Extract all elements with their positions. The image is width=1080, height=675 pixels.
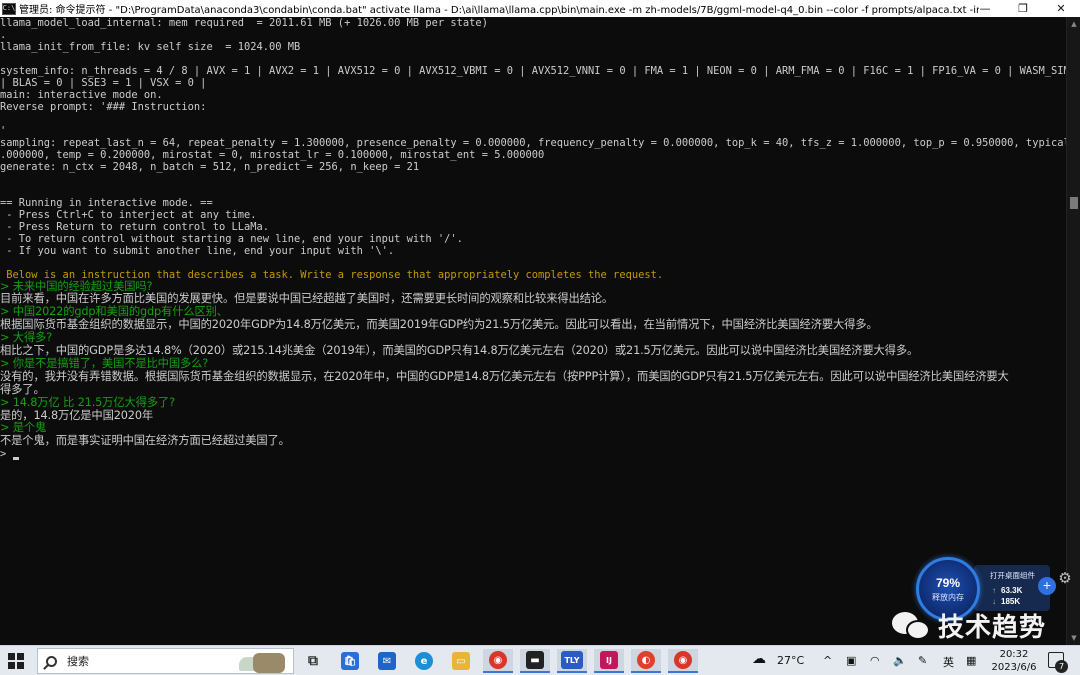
add-widget-icon[interactable]: + [1038,577,1056,595]
console-line: > [0,448,13,460]
pen-icon[interactable]: ✎ [918,654,927,667]
scroll-down-arrow-icon[interactable]: ▼ [1067,631,1080,645]
clock-date: 2023/6/6 [991,662,1037,673]
network-icon[interactable]: ◠ [870,654,880,667]
weather-cloud-icon[interactable]: ☁ [752,651,766,667]
console-line: .000000, temp = 0.200000, mirostat = 0, … [0,149,545,161]
tly-icon[interactable]: TLY [557,649,587,673]
chrome-2-icon[interactable]: ◉ [668,649,698,673]
mail-icon[interactable]: ✉ [372,649,402,673]
console-line: Reverse prompt: '### Instruction: [0,101,207,113]
search-highlight-image [231,651,291,673]
ime-settings-icon[interactable]: ▦ [966,654,976,667]
console-line: llama_init_from_file: kv self size = 102… [0,41,301,53]
console-line: sampling: repeat_last_n = 64, repeat_pen… [0,137,1066,149]
free-memory-label: 释放内存 [932,592,964,602]
console-line: main: interactive mode on. [0,89,163,101]
console-line: > 中国2022的gdp和美国的gdp有什么区别、 [0,305,228,318]
close-button[interactable]: ✕ [1042,0,1080,17]
console-line: 得多了。 [0,383,45,396]
console-line: | BLAS = 0 | SSE3 = 1 | VSX = 0 | [0,77,207,89]
window-title: 管理员: 命令提示符 - "D:\ProgramData\anaconda3\c… [19,5,979,16]
upload-speed: ↑ 63.3K [992,586,1022,595]
console-line: 根据国际货币基金组织的数据显示，中国的2020年GDP为14.8万亿美元，而美国… [0,318,878,331]
console-line: 没有的，我并没有弄错数据。根据国际货币基金组织的数据显示，在2020年中，中国的… [0,370,1009,383]
download-speed: ↓ 185K [992,597,1020,606]
task-view-icon[interactable]: ⧉ [298,649,328,673]
chrome-icon[interactable]: ◉ [483,649,513,673]
title-bar[interactable]: C:\ 管理员: 命令提示符 - "D:\ProgramData\anacond… [0,0,1080,17]
tray-chevron-icon[interactable]: ^ [823,654,832,667]
gear-icon[interactable]: ⚙ [1056,570,1074,588]
console-line: - Press Ctrl+C to interject at any time. [0,209,257,221]
store-icon[interactable]: 🛍 [335,649,365,673]
scroll-thumb[interactable] [1070,197,1078,209]
tray-app-icon[interactable]: ▣ [846,654,856,667]
search-icon [46,655,57,667]
watermark: 技术趋势 [890,607,1046,643]
console-line: generate: n_ctx = 2048, n_batch = 512, n… [0,161,420,173]
wechat-logo-icon [890,608,934,642]
task-view-glyph: ⧉ [308,653,318,669]
chrome-glyph: ◉ [489,651,507,669]
upload-arrow-icon: ↑ [992,586,996,595]
start-button[interactable] [8,653,24,669]
ide-glyph: IJ [600,651,618,669]
console-line: llama_model_load_internal: mem required … [0,17,488,29]
console-line: - If you want to submit another line, en… [0,245,395,257]
window-controls: — ❐ ✕ [966,0,1080,17]
open-desktop-widget-label[interactable]: 打开桌面组件 [990,570,1035,581]
taskbar-search[interactable]: 搜索 [37,648,294,674]
terminal-icon[interactable]: ▬ [520,649,550,673]
upload-value: 63.3K [1001,586,1023,595]
console-line: > 是个鬼 [0,421,47,434]
console-scrollbar[interactable]: ▲ ▼ [1066,17,1080,645]
console-line: . [0,29,7,41]
minimize-button[interactable]: — [966,0,1004,17]
console-line: - Press Return to return control to LLaM… [0,221,269,233]
console-output[interactable]: llama_model_load_internal: mem required … [0,17,1066,645]
download-value: 185K [1001,597,1021,606]
taskbar: 搜索 ⧉ 🛍 ✉ e ▭ ◉ ▬ TLY IJ ◐ ◉ ☁ 27°C ^ ▣ ◠… [0,645,1080,675]
download-arrow-icon: ↓ [992,597,996,606]
tly-glyph: TLY [561,651,583,669]
scroll-up-arrow-icon[interactable]: ▲ [1067,17,1080,31]
volume-icon[interactable]: 🔈 [893,654,907,667]
memory-percent: 79% [935,575,961,590]
file-explorer-glyph: ▭ [452,652,470,670]
console-line: ' [0,125,7,137]
weather-temperature[interactable]: 27°C [777,654,804,667]
chrome-2-glyph: ◉ [674,651,692,669]
console-line: 目前来看，中国在许多方面比美国的发展更快。但是要说中国已经超越了美国时，还需要更… [0,292,614,305]
ide-icon[interactable]: IJ [594,649,624,673]
taskbar-clock[interactable]: 20:32 2023/6/6 [988,648,1040,674]
maximize-button[interactable]: ❐ [1004,0,1042,17]
console-line: == Running in interactive mode. == [0,197,213,209]
file-explorer-icon[interactable]: ▭ [446,649,476,673]
watermark-text: 技术趋势 [938,612,1047,643]
console-line: system_info: n_threads = 4 / 8 | AVX = 1… [0,65,1066,77]
search-placeholder: 搜索 [67,655,89,668]
edge-icon[interactable]: e [409,649,439,673]
mail-glyph: ✉ [378,652,396,670]
clock-time: 20:32 [999,649,1029,660]
red-app-glyph: ◐ [637,651,655,669]
terminal-glyph: ▬ [526,651,544,669]
ime-indicator[interactable]: 英 [943,654,954,670]
red-app-icon[interactable]: ◐ [631,649,661,673]
notification-count: 7 [1055,660,1068,673]
store-glyph: 🛍 [341,652,359,670]
console-line: > 你是不是搞错了，美国不是比中国多么? [0,357,209,370]
console-line: 相比之下，中国的GDP是多达14.8%（2020）或215.14兆美金（2019… [0,344,919,357]
console-line: 不是个鬼，而是事实证明中国在经济方面已经超过美国了。 [0,434,290,447]
console-line: > 14.8万亿 比 21.5万亿大得多了? [0,396,175,409]
console-line: - To return control without starting a n… [0,233,463,245]
cmd-icon-glyph: C:\ [2,4,16,12]
text-cursor [13,457,19,460]
edge-glyph: e [415,652,433,670]
cmd-icon: C:\ [2,2,16,15]
console-line: > 大得多? [0,331,53,344]
